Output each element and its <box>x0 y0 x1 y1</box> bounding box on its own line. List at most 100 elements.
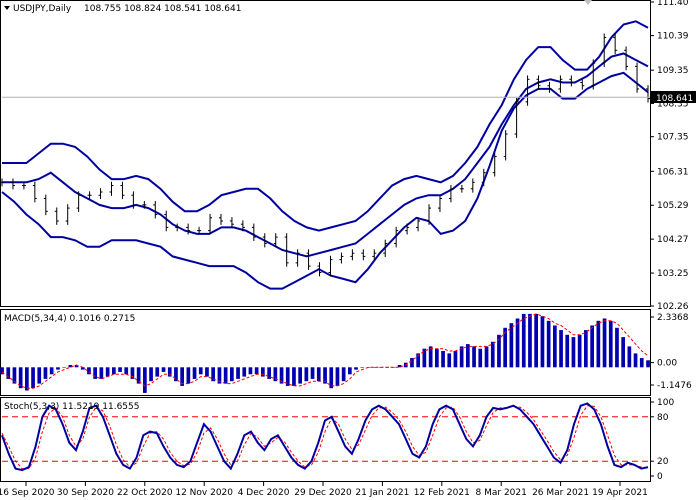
macd-histogram-bar <box>261 367 265 377</box>
x-tick-label: 4 Dec 2020 <box>238 488 290 498</box>
macd-histogram-bar <box>559 330 563 368</box>
macd-histogram-bar <box>360 367 365 368</box>
macd-histogram-bar <box>478 348 483 368</box>
macd-histogram-bar <box>621 337 625 368</box>
price-panel <box>0 0 651 307</box>
macd-histogram-bar <box>292 367 296 386</box>
macd-tick-label: 2.3368 <box>657 313 689 323</box>
stoch-tick-label: 100 <box>657 398 674 408</box>
macd-histogram-bar <box>49 367 54 375</box>
macd-histogram-bar <box>254 367 259 375</box>
x-tick-label: 8 Mar 2021 <box>476 488 527 498</box>
macd-histogram-bar <box>441 351 445 368</box>
macd-histogram-bar <box>627 346 632 368</box>
macd-histogram-bar <box>198 367 203 375</box>
macd-histogram-bar <box>105 367 110 377</box>
macd-histogram-bar <box>43 367 48 379</box>
price-tick-label: 105.29 <box>657 201 689 211</box>
stoch-plot <box>1 402 650 472</box>
macd-histogram-bar <box>56 367 60 370</box>
macd-histogram-bar <box>223 367 228 384</box>
lower-bollinger-band <box>1 71 649 290</box>
price-tick-label: 107.35 <box>657 133 689 143</box>
macd-histogram-bar <box>205 367 209 377</box>
macd-histogram-bar <box>540 316 545 368</box>
macd-histogram-bar <box>633 353 638 368</box>
macd-histogram-bar <box>503 327 507 368</box>
price-tick-label: 106.31 <box>657 167 689 177</box>
stoch-tick-label: 0 <box>657 472 663 482</box>
macd-histogram-bar <box>509 323 514 368</box>
scroll-end-marker-icon[interactable] <box>584 0 592 5</box>
x-tick-label: 12 Feb 2021 <box>414 488 470 498</box>
x-tick-label: 22 Oct 2020 <box>117 488 173 498</box>
x-tick-label: 16 Sep 2020 <box>0 488 55 498</box>
macd-histogram-bar <box>37 367 42 384</box>
macd-histogram-bar <box>453 351 458 368</box>
price-tick-label: 104.27 <box>657 235 689 245</box>
chart-canvas: 111.40110.39109.35108.35107.35106.31105.… <box>0 0 696 498</box>
macd-histogram-bar <box>341 367 346 382</box>
macd-tick-label: 0.00 <box>657 359 677 369</box>
macd-histogram-bar <box>149 367 153 382</box>
price-tick-label: 103.25 <box>657 269 689 279</box>
macd-histogram-bar <box>590 325 594 368</box>
price-tick-label: 109.35 <box>657 66 689 76</box>
stoch-signal-line <box>1 405 649 470</box>
macd-histogram-bar <box>571 337 576 368</box>
macd-histogram-bar <box>304 367 309 382</box>
macd-histogram-bar <box>236 367 240 379</box>
macd-histogram-bar <box>136 367 141 384</box>
macd-label: MACD(5,34,4) 0.1016 0.2715 <box>4 314 135 324</box>
stoch-main-line <box>1 402 649 472</box>
macd-histogram-bar <box>25 367 29 391</box>
macd-histogram-bar <box>639 358 644 368</box>
macd-histogram-bar <box>143 367 147 393</box>
macd-histogram-bar <box>174 367 178 382</box>
macd-histogram-bar <box>596 320 601 368</box>
macd-histogram-bar <box>472 346 476 368</box>
macd-histogram-bar <box>466 344 470 368</box>
chart-symbol: USDJPY,Daily <box>13 4 72 14</box>
macd-tick-label: -1.1476 <box>657 381 692 391</box>
macd-plot <box>0 313 650 393</box>
macd-histogram-bar <box>112 367 116 375</box>
macd-histogram-bar <box>577 334 582 368</box>
x-tick-label: 29 Dec 2020 <box>294 488 352 498</box>
macd-histogram-bar <box>242 367 247 377</box>
macd-histogram-bar <box>602 318 607 368</box>
x-tick-label: 19 Apr 2021 <box>592 488 648 498</box>
stoch-tick-label: 20 <box>657 457 669 467</box>
macd-histogram-bar <box>248 367 253 375</box>
current-price-value: 108.641 <box>656 94 693 104</box>
macd-histogram-bar <box>230 367 234 382</box>
x-tick-label: 12 Nov 2020 <box>175 488 233 498</box>
x-tick-label: 30 Sep 2020 <box>57 488 114 498</box>
macd-histogram-bar <box>528 313 532 368</box>
macd-histogram-bar <box>161 367 166 372</box>
upper-bollinger-band <box>2 20 649 232</box>
price-plot <box>0 20 650 290</box>
dropdown-triangle-icon[interactable] <box>4 6 10 10</box>
macd-histogram-bar <box>186 367 191 384</box>
stoch-label: Stoch(5,3,3) 11.5219 11.6555 <box>4 402 139 412</box>
macd-histogram-bar <box>335 367 340 386</box>
macd-histogram-bar <box>435 348 439 368</box>
macd-histogram-bar <box>615 327 619 368</box>
ohlc-values: 108.755 108.824 108.541 108.641 <box>84 4 241 14</box>
macd-histogram-bar <box>310 367 315 379</box>
macd-histogram-bar <box>124 367 129 375</box>
chart-window: 111.40 110.39 109.35 108.35 107.35 106.31 105.… <box>0 0 700 500</box>
x-tick-label: 21 Jan 2021 <box>355 488 409 498</box>
macd-histogram-bar <box>31 367 35 389</box>
macd-histogram-bar <box>521 313 526 368</box>
macd-histogram-bar <box>329 367 334 389</box>
middle-bollinger-band <box>2 52 649 258</box>
stoch-tick-label: 80 <box>657 413 669 423</box>
macd-histogram-bar <box>155 367 160 377</box>
macd-histogram-bar <box>546 320 551 368</box>
macd-histogram-bar <box>428 346 433 368</box>
macd-histogram-bar <box>316 367 321 382</box>
price-tick-label: 110.39 <box>657 32 689 42</box>
macd-histogram-bar <box>348 367 352 375</box>
